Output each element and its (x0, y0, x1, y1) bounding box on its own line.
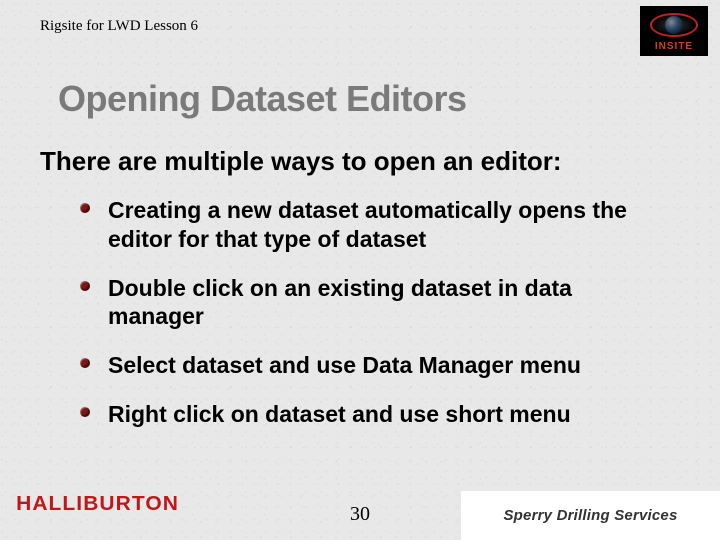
page-number: 30 (350, 503, 370, 526)
halliburton-logo: HALLIBURTON (16, 493, 179, 516)
list-item: Right click on dataset and use short men… (80, 400, 660, 429)
eye-icon (648, 11, 700, 39)
bullet-list: Creating a new dataset automatically ope… (80, 196, 660, 449)
insite-logo: INSITE (640, 6, 708, 56)
sperry-logo-box: Sperry Drilling Services (460, 490, 720, 540)
slide-title: Opening Dataset Editors (58, 78, 467, 120)
insite-logo-text: INSITE (655, 41, 693, 52)
list-item: Select dataset and use Data Manager menu (80, 351, 660, 380)
list-item: Creating a new dataset automatically ope… (80, 196, 660, 254)
sperry-logo-text: Sperry Drilling Services (503, 507, 677, 524)
intro-text: There are multiple ways to open an edito… (40, 146, 680, 177)
lesson-label: Rigsite for LWD Lesson 6 (40, 18, 198, 35)
list-item: Double click on an existing dataset in d… (80, 274, 660, 332)
